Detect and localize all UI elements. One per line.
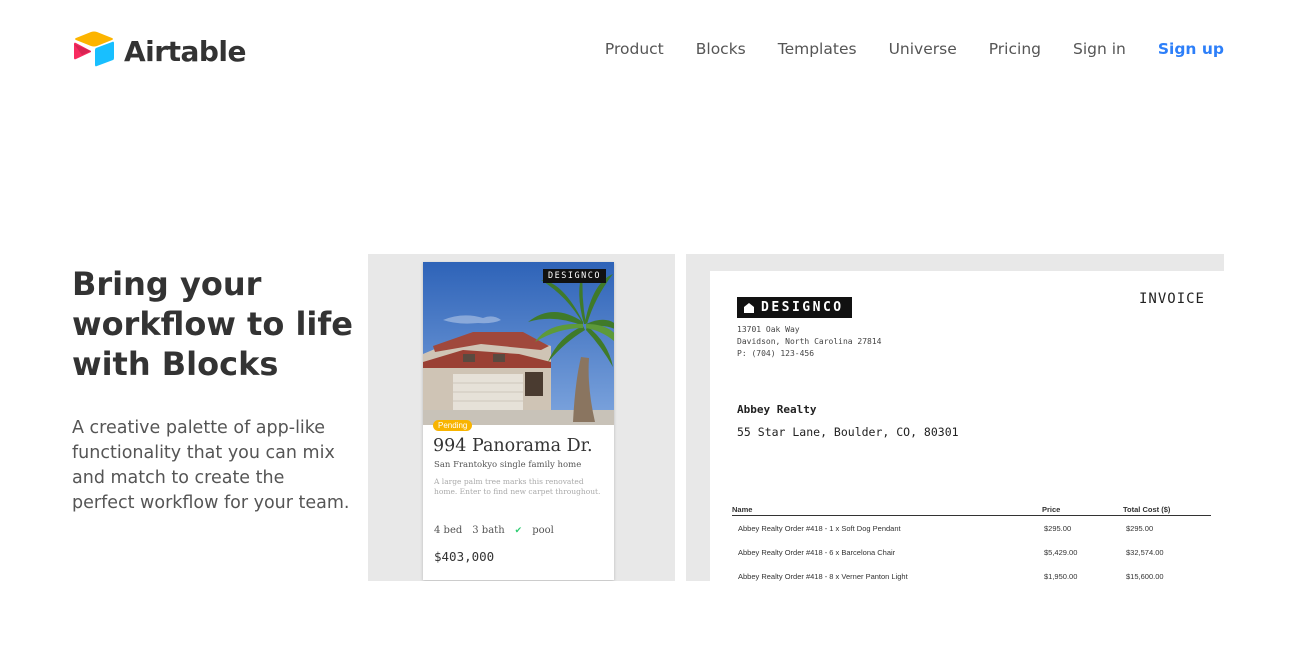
invoice-address: 13701 Oak Way Davidson, North Carolina 2… bbox=[737, 324, 882, 360]
row-name: Abbey Realty Order #418 - 8 x Verner Pan… bbox=[738, 571, 908, 581]
property-price: $403,000 bbox=[434, 549, 495, 564]
brand-logo[interactable]: Airtable bbox=[72, 30, 247, 73]
client-address: 55 Star Lane, Boulder, CO, 80301 bbox=[737, 425, 959, 439]
row-name: Abbey Realty Order #418 - 6 x Barcelona … bbox=[738, 547, 896, 557]
row-price: $295.00 bbox=[1044, 523, 1072, 533]
feature-pool: ✔ pool bbox=[514, 525, 554, 536]
invoice-document: DESIGNCO INVOICE 13701 Oak Way Davidson,… bbox=[710, 271, 1224, 581]
property-features: 4 bed 3 bath ✔ pool bbox=[434, 525, 574, 536]
property-subtitle: San Frantokyo single family home bbox=[434, 460, 582, 470]
row-price: $1,950.00 bbox=[1044, 571, 1078, 581]
property-title: 994 Panorama Dr. bbox=[433, 436, 593, 456]
property-card: DESIGNCO Pending 994 Panorama Dr. San Fr… bbox=[423, 262, 614, 580]
main-nav: Product Blocks Templates Universe Pricin… bbox=[573, 40, 1224, 58]
nav-product[interactable]: Product bbox=[605, 40, 664, 58]
nav-pricing[interactable]: Pricing bbox=[989, 40, 1041, 58]
column-header-total: Total Cost ($) bbox=[1123, 505, 1171, 514]
row-total: $32,574.00 bbox=[1126, 547, 1164, 557]
check-icon: ✔ bbox=[514, 526, 523, 536]
column-header-price: Price bbox=[1042, 505, 1061, 514]
house-icon bbox=[744, 302, 754, 313]
row-total: $15,600.00 bbox=[1126, 571, 1164, 581]
table-header: Name Price Total Cost ($) bbox=[732, 503, 1211, 516]
site-header: Airtable Product Blocks Templates Univer… bbox=[0, 0, 1296, 100]
invoice-preview: DESIGNCO INVOICE 13701 Oak Way Davidson,… bbox=[686, 254, 1224, 581]
nav-blocks[interactable]: Blocks bbox=[696, 40, 746, 58]
column-header-name: Name bbox=[732, 505, 753, 514]
table-row: Abbey Realty Order #418 - 6 x Barcelona … bbox=[732, 540, 1211, 564]
client-name: Abbey Realty bbox=[737, 403, 817, 416]
brand-name: Airtable bbox=[124, 35, 247, 68]
row-price: $5,429.00 bbox=[1044, 547, 1078, 557]
address-line: P: (704) 123-456 bbox=[737, 349, 815, 358]
row-name: Abbey Realty Order #418 - 1 x Soft Dog P… bbox=[738, 523, 901, 533]
invoice-brand-name: DESIGNCO bbox=[761, 300, 844, 315]
feature-beds: 4 bed bbox=[434, 525, 463, 536]
invoice-title: INVOICE bbox=[1138, 291, 1205, 307]
nav-sign-up[interactable]: Sign up bbox=[1158, 40, 1224, 58]
nav-sign-in[interactable]: Sign in bbox=[1073, 40, 1126, 58]
address-line: Davidson, North Carolina 27814 bbox=[737, 337, 882, 346]
hero-title: Bring your workflow to life with Blocks bbox=[72, 265, 353, 383]
card-brand-badge: DESIGNCO bbox=[543, 269, 606, 283]
hero-subtitle: A creative palette of app-like functiona… bbox=[72, 418, 350, 513]
row-total: $295.00 bbox=[1126, 523, 1154, 533]
status-badge: Pending bbox=[433, 420, 473, 431]
nav-templates[interactable]: Templates bbox=[778, 40, 857, 58]
airtable-logo-icon bbox=[72, 30, 116, 73]
property-card-preview: DESIGNCO Pending 994 Panorama Dr. San Fr… bbox=[368, 254, 675, 581]
feature-baths: 3 bath bbox=[472, 525, 505, 536]
address-line: 13701 Oak Way bbox=[737, 325, 800, 334]
nav-universe[interactable]: Universe bbox=[889, 40, 957, 58]
property-description: A large palm tree marks this renovated h… bbox=[434, 477, 601, 496]
table-row: Abbey Realty Order #418 - 8 x Verner Pan… bbox=[732, 564, 1211, 581]
house-photo: DESIGNCO bbox=[423, 262, 614, 425]
invoice-brand-logo: DESIGNCO bbox=[737, 297, 852, 318]
table-row: Abbey Realty Order #418 - 1 x Soft Dog P… bbox=[732, 516, 1211, 540]
invoice-table: Name Price Total Cost ($) Abbey Realty O… bbox=[732, 503, 1211, 581]
